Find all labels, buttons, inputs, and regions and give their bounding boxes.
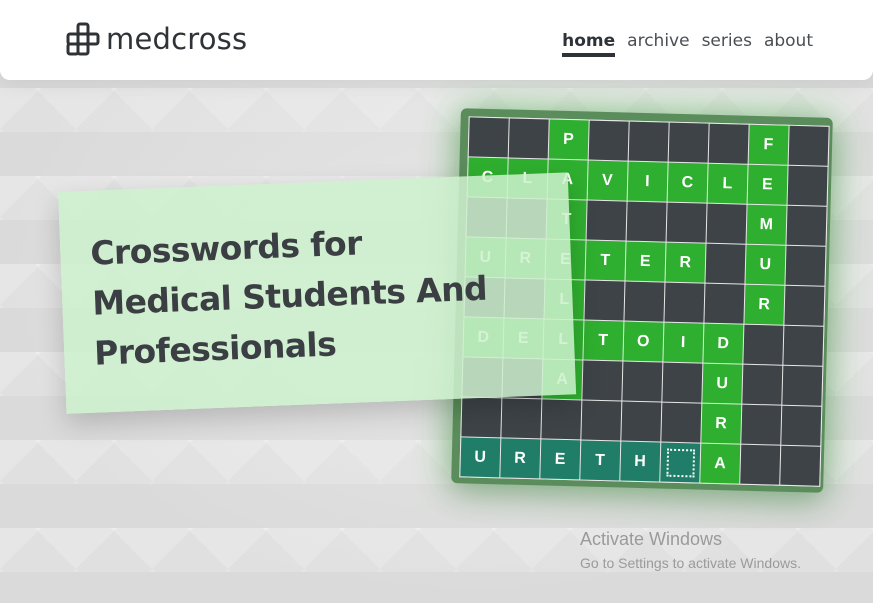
crossword-cell[interactable] (581, 400, 622, 441)
crossword-cell[interactable] (624, 281, 665, 322)
crossword-cell[interactable]: T (585, 240, 626, 281)
grid-cross-logo-icon (66, 22, 100, 56)
crossword-cell[interactable] (706, 203, 747, 244)
brand-name: medcross (106, 22, 248, 56)
crossword-cell[interactable] (704, 283, 745, 324)
watermark-subtitle: Go to Settings to activate Windows. (580, 555, 801, 571)
crossword-cell[interactable] (781, 405, 822, 446)
crossword-cell[interactable] (541, 399, 582, 440)
crossword-cell[interactable]: R (665, 242, 706, 283)
crossword-cell[interactable]: V (587, 160, 628, 201)
crossword-cell[interactable] (662, 362, 703, 403)
crossword-cell[interactable]: H (620, 441, 661, 482)
crossword-cell[interactable] (780, 445, 821, 486)
crossword-cell[interactable] (468, 117, 509, 158)
crossword-cell[interactable]: U (460, 437, 501, 478)
crossword-cell[interactable] (668, 122, 709, 163)
crossword-cell[interactable] (622, 361, 663, 402)
crossword-cell[interactable]: U (702, 363, 743, 404)
windows-activation-watermark: Activate Windows Go to Settings to activ… (580, 528, 801, 573)
nav-about-link[interactable]: about (764, 31, 813, 57)
crossword-cell[interactable]: A (700, 443, 741, 484)
main-nav: home archive series about (550, 31, 813, 57)
crossword-cell[interactable] (741, 404, 782, 445)
crossword-cell[interactable] (786, 205, 827, 246)
crossword-cell[interactable]: T (583, 320, 624, 361)
crossword-cell[interactable] (705, 243, 746, 284)
crossword-cell[interactable] (621, 401, 662, 442)
nav-home-link[interactable]: home (562, 31, 616, 57)
crossword-cell[interactable] (666, 202, 707, 243)
crossword-cell[interactable]: E (747, 164, 788, 205)
crossword-cell[interactable] (501, 398, 542, 439)
crossword-cell[interactable] (508, 118, 549, 159)
crossword-cell[interactable]: R (500, 438, 541, 479)
nav-series-link[interactable]: series (702, 31, 752, 57)
crossword-cell[interactable] (782, 365, 823, 406)
crossword-cell[interactable]: T (580, 440, 621, 481)
crossword-cell[interactable]: F (748, 124, 789, 165)
hero-title: Crosswords for Medical Students And Prof… (89, 211, 564, 379)
watermark-title: Activate Windows (580, 529, 723, 549)
brand-logo[interactable]: medcross (66, 22, 247, 56)
crossword-cell[interactable]: R (701, 403, 742, 444)
crossword-cell[interactable] (626, 201, 667, 242)
crossword-cell[interactable]: E (540, 439, 581, 480)
crossword-cell[interactable] (742, 364, 783, 405)
crossword-cell[interactable]: P (548, 119, 589, 160)
crossword-cell[interactable]: D (703, 323, 744, 364)
crossword-cell[interactable]: U (745, 244, 786, 285)
crossword-cell[interactable] (584, 280, 625, 321)
crossword-cell[interactable]: R (744, 284, 785, 325)
crossword-cell[interactable] (586, 200, 627, 241)
crossword-cell[interactable]: I (663, 322, 704, 363)
crossword-cell[interactable]: M (746, 204, 787, 245)
crossword-cell[interactable] (787, 165, 828, 206)
crossword-cell[interactable] (588, 120, 629, 161)
crossword-cell[interactable]: C (667, 162, 708, 203)
crossword-selected-cell[interactable] (660, 442, 701, 483)
crossword-cell[interactable]: L (707, 163, 748, 204)
crossword-cell[interactable]: O (623, 321, 664, 362)
crossword-cell[interactable] (661, 402, 702, 443)
crossword-cell[interactable]: I (627, 161, 668, 202)
crossword-cell[interactable] (785, 245, 826, 286)
hero-card: Crosswords for Medical Students And Prof… (58, 172, 577, 414)
crossword-cell[interactable] (582, 360, 623, 401)
crossword-cell[interactable] (664, 282, 705, 323)
nav-archive-link[interactable]: archive (627, 31, 689, 57)
crossword-cell[interactable]: E (625, 241, 666, 282)
crossword-cell[interactable] (461, 397, 502, 438)
crossword-cell[interactable] (784, 285, 825, 326)
site-header: medcross home archive series about (0, 0, 873, 80)
crossword-cell[interactable] (788, 125, 829, 166)
crossword-cell[interactable] (740, 444, 781, 485)
crossword-cell[interactable] (783, 325, 824, 366)
crossword-cell[interactable] (743, 324, 784, 365)
crossword-cell[interactable] (708, 123, 749, 164)
crossword-cell[interactable] (628, 121, 669, 162)
